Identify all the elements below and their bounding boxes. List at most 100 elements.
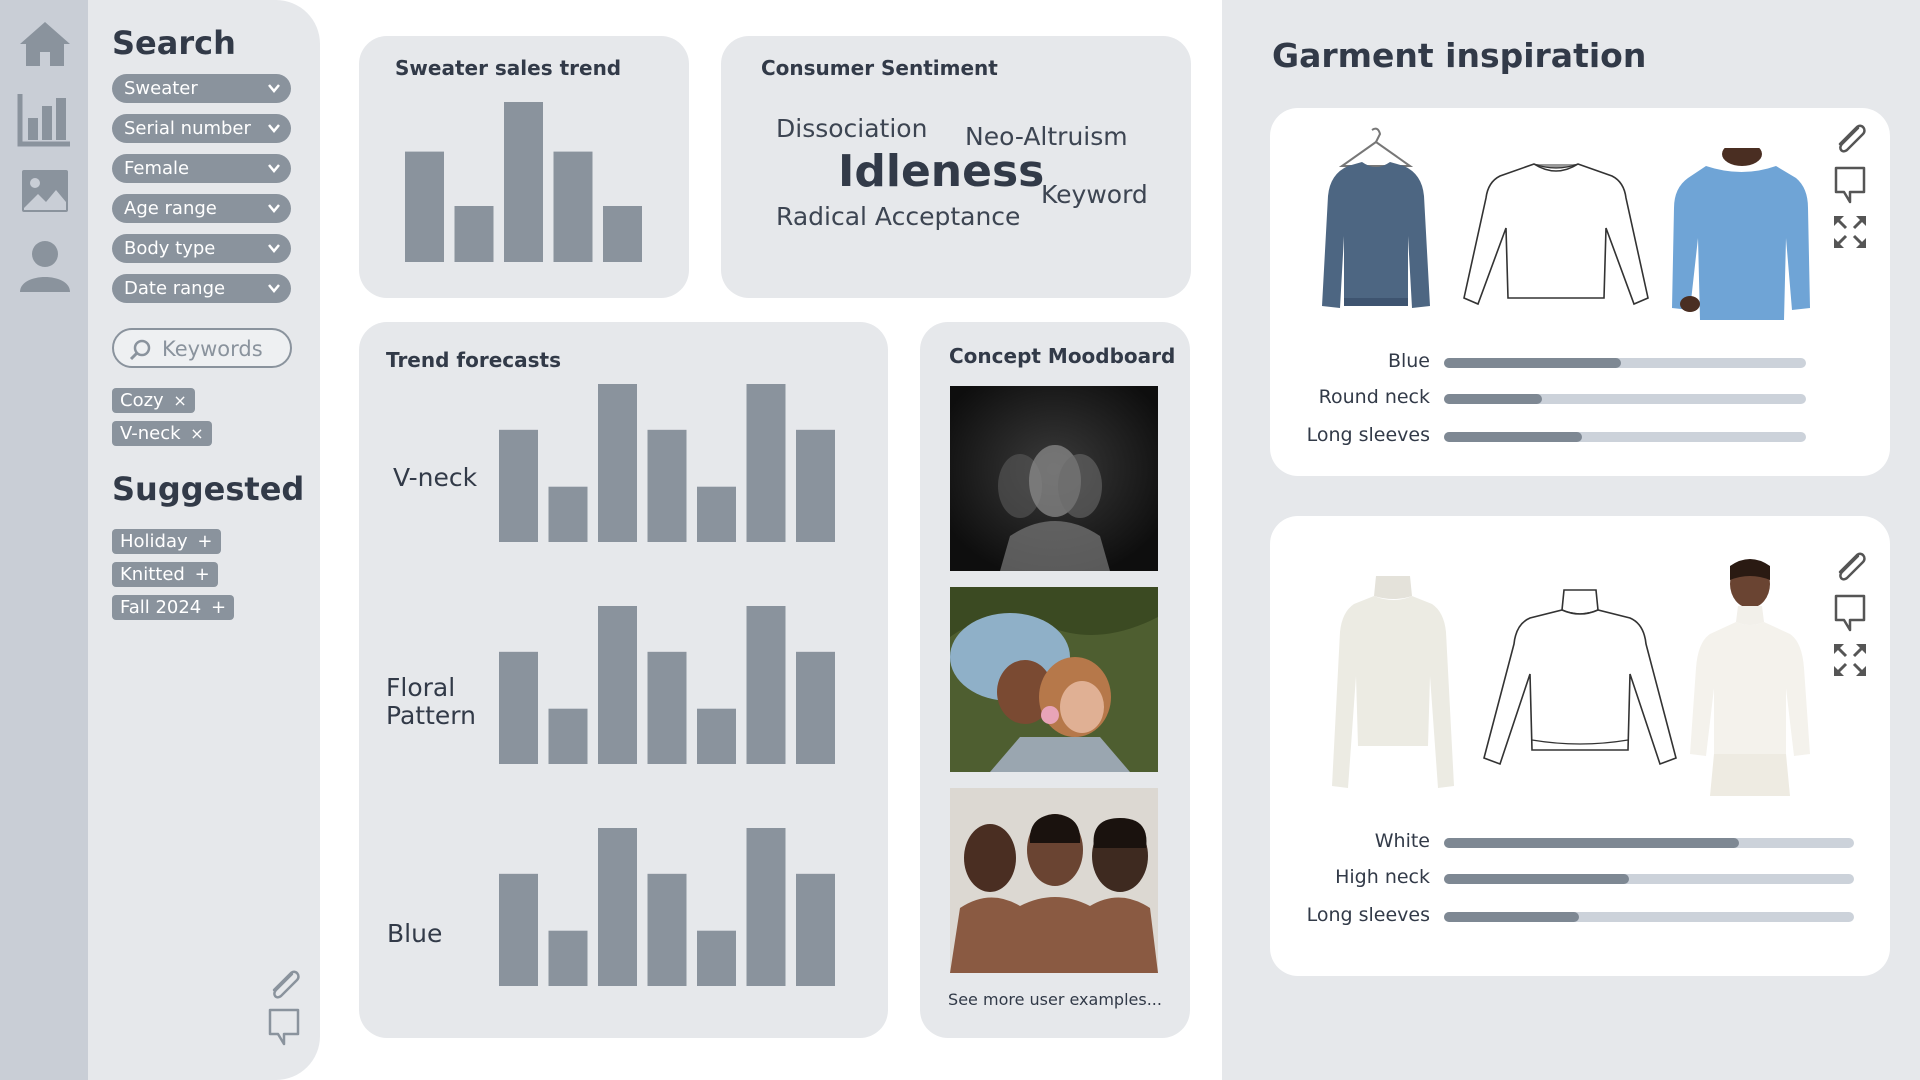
search-title: Search [112,24,236,62]
home-icon[interactable] [16,16,74,74]
attribute-label: Blue [1387,350,1430,372]
suggested-tag-holiday[interactable]: Holiday + [112,529,221,554]
remove-tag-icon[interactable]: × [190,424,203,443]
filter-age-range[interactable]: Age range [112,194,291,223]
sentiment-word: Keyword [1041,180,1148,209]
search-icon [129,339,151,361]
chevron-down-icon [268,244,280,253]
chart-bar [598,828,637,986]
comment-icon[interactable] [1830,164,1870,204]
garment-image-model-white-turtleneck[interactable] [1686,558,1814,796]
chart-bar [697,708,736,764]
expand-icon[interactable] [1830,212,1870,252]
chart-bar [598,384,637,542]
paperclip-icon[interactable] [264,964,304,1004]
attribute-bar [1444,394,1806,404]
attribute-bar [1444,874,1854,884]
keywords-placeholder: Keywords [162,337,263,361]
garment-inspiration-title: Garment inspiration [1272,36,1647,75]
chart-bar [647,429,687,542]
moodboard-image-group-portrait[interactable] [950,788,1158,973]
garment-image-navy-sweater[interactable] [1312,126,1442,322]
garment-image-model-blue-sweater[interactable] [1666,142,1814,320]
chart-bar [746,384,786,542]
chart-bar [548,930,588,986]
chart-bar [796,651,835,764]
trend-forecasts-title: Trend forecasts [386,348,561,372]
filter-sweater[interactable]: Sweater [112,74,291,103]
suggested-tag-knitted[interactable]: Knitted + [112,562,218,587]
chart-bar [454,206,494,262]
attribute-label: Long sleeves [1306,904,1430,926]
filter-date-range[interactable]: Date range [112,274,291,303]
keywords-search-input[interactable]: Keywords [112,328,292,368]
filter-serial-number[interactable]: Serial number [112,114,291,143]
add-tag-icon[interactable]: + [197,531,212,552]
forecast-bar-chart [499,606,835,764]
consumer-sentiment-card: Consumer Sentiment Dissociation Neo-Altr… [721,36,1191,298]
chart-bar [405,151,444,262]
chart-bar [647,873,687,986]
sentiment-title: Consumer Sentiment [761,56,998,80]
sales-trend-card: Sweater sales trend [359,36,689,298]
chart-bar [504,102,543,262]
chart-bar [796,429,835,542]
sales-trend-title: Sweater sales trend [395,56,622,80]
chart-bar [548,486,588,542]
garment-sketch-round-neck[interactable] [1462,158,1650,308]
see-more-link[interactable]: See more user examples... [920,990,1190,1009]
comment-icon[interactable] [264,1006,304,1046]
chart-bar [499,429,538,542]
chevron-down-icon [268,284,280,293]
concept-moodboard-card: Concept Moodboard See more user examples… [920,322,1190,1038]
icon-rail [0,0,88,1080]
trend-forecasts-card: Trend forecasts V-neck Floral Pattern Bl… [359,322,888,1038]
forecast-row-label: Floral Pattern [386,673,476,730]
chart-bar [647,651,687,764]
garment-image-cream-turtleneck[interactable] [1328,576,1458,790]
attribute-bar [1444,432,1806,442]
filter-body-type[interactable]: Body type [112,234,291,263]
forecast-row-label: V-neck [393,463,478,492]
moodboard-image-blurred-portrait[interactable] [950,386,1158,571]
bar-chart-icon[interactable] [16,90,74,148]
remove-tag-icon[interactable]: × [173,391,186,410]
attribute-label: Round neck [1318,386,1430,408]
chart-bar [697,486,736,542]
chart-bar [499,651,538,764]
add-tag-icon[interactable]: + [211,597,226,618]
chart-bar [603,206,642,262]
chart-bar [598,606,637,764]
garment-sketch-high-neck[interactable] [1480,588,1680,770]
chart-bar [746,606,786,764]
forecast-bar-chart [499,828,835,986]
active-tag-v-neck[interactable]: V-neck × [112,421,212,446]
user-icon[interactable] [16,236,74,294]
suggested-title: Suggested [112,470,305,508]
chevron-down-icon [268,84,280,93]
comment-icon[interactable] [1830,592,1870,632]
active-tag-cozy[interactable]: Cozy × [112,388,195,413]
attribute-label: High neck [1335,866,1430,888]
chart-bar [697,930,736,986]
add-tag-icon[interactable]: + [195,564,210,585]
filter-female[interactable]: Female [112,154,291,183]
attribute-bar [1444,912,1854,922]
garment-card: Blue Round neck Long sleeves [1270,108,1890,476]
chevron-down-icon [268,164,280,173]
moodboard-title: Concept Moodboard [949,344,1176,368]
attribute-label: White [1374,830,1430,852]
sales-bar-chart [405,102,642,262]
filter-sidebar: Search Sweater Serial number Female Age … [88,0,320,1080]
paperclip-icon[interactable] [1830,118,1870,158]
forecast-row-label: Blue [387,919,443,948]
chevron-down-icon [268,204,280,213]
attribute-label: Long sleeves [1306,424,1430,446]
paperclip-icon[interactable] [1830,546,1870,586]
expand-icon[interactable] [1830,640,1870,680]
moodboard-image-couple-on-grass[interactable] [950,587,1158,772]
suggested-tag-fall-2024[interactable]: Fall 2024 + [112,595,235,620]
image-icon[interactable] [16,162,74,220]
sentiment-word: Radical Acceptance [776,202,1021,231]
attribute-bar [1444,358,1806,368]
